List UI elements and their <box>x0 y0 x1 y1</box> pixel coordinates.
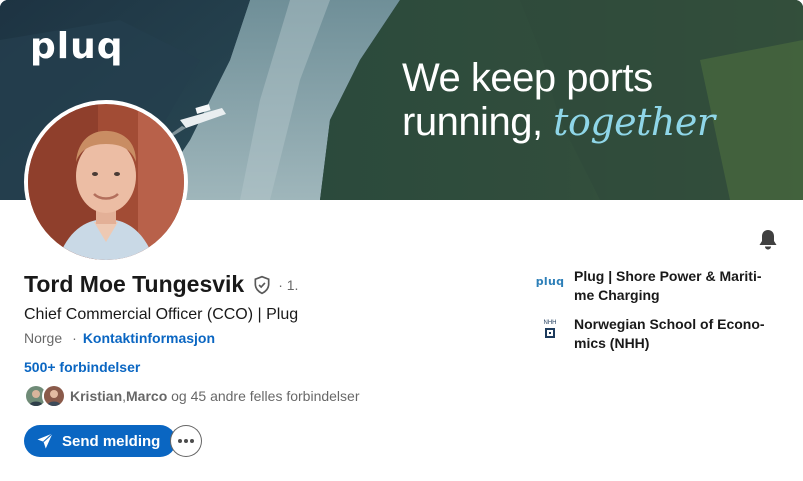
education[interactable]: NHH Norwegian School of Econo-mics (NHH) <box>536 315 770 353</box>
mutual-name-1: Kristian <box>70 388 123 404</box>
mutual-avatars <box>24 384 66 408</box>
company-logo-text: pluq <box>535 274 565 288</box>
profile-photo <box>28 104 184 260</box>
paper-plane-icon <box>37 433 53 449</box>
connections-link[interactable]: 500+ forbindelser <box>24 359 140 375</box>
connection-degree: · 1. <box>278 276 299 293</box>
more-actions-button[interactable] <box>170 425 202 457</box>
mutual-suffix: og 45 andre felles forbindelser <box>167 388 360 404</box>
location-row: Norge · Kontaktinformasjon <box>24 330 215 346</box>
school-name: Norwegian School of Econo-mics (NHH) <box>574 316 765 351</box>
send-message-button[interactable]: Send melding <box>24 425 177 457</box>
tagline-line-2: running, together <box>402 100 715 144</box>
mutual-name-2: Marco <box>126 388 168 404</box>
name-row: Tord Moe Tungesvik · 1. <box>24 271 298 298</box>
banner-tagline: We keep ports running, together <box>402 56 715 144</box>
school-logo-text: NHH <box>544 320 557 326</box>
tagline-accent-word: together <box>553 100 715 144</box>
location-separator: · <box>72 330 77 346</box>
mutual-avatar <box>42 384 66 408</box>
verified-shield-icon[interactable] <box>252 275 272 295</box>
profile-name: Tord Moe Tungesvik <box>24 271 245 297</box>
tagline-line-2-plain: running, <box>402 100 554 144</box>
bell-icon[interactable] <box>756 228 780 252</box>
company-name: Plug | Shore Power & Mariti-me Charging <box>574 268 762 303</box>
banner-brand-logo: pluq <box>30 26 124 67</box>
profile-headline: Chief Commercial Officer (CCO) | Plug <box>24 306 299 323</box>
contact-info-link[interactable]: Kontaktinformasjon <box>83 330 215 346</box>
mutual-connections[interactable]: Kristian, Marco og 45 andre felles forbi… <box>24 384 359 408</box>
current-company[interactable]: pluq Plug | Shore Power & Mariti-me Char… <box>536 267 770 305</box>
school-logo: NHH <box>536 315 564 343</box>
profile-avatar[interactable] <box>24 100 188 264</box>
profile-card: pluq We keep ports running, together Tor… <box>0 0 803 481</box>
send-message-label: Send melding <box>62 432 161 450</box>
more-horizontal-icon <box>178 439 194 443</box>
profile-location: Norge <box>24 330 63 346</box>
company-logo: pluq <box>536 267 564 295</box>
tagline-line-1: We keep ports <box>402 56 653 100</box>
